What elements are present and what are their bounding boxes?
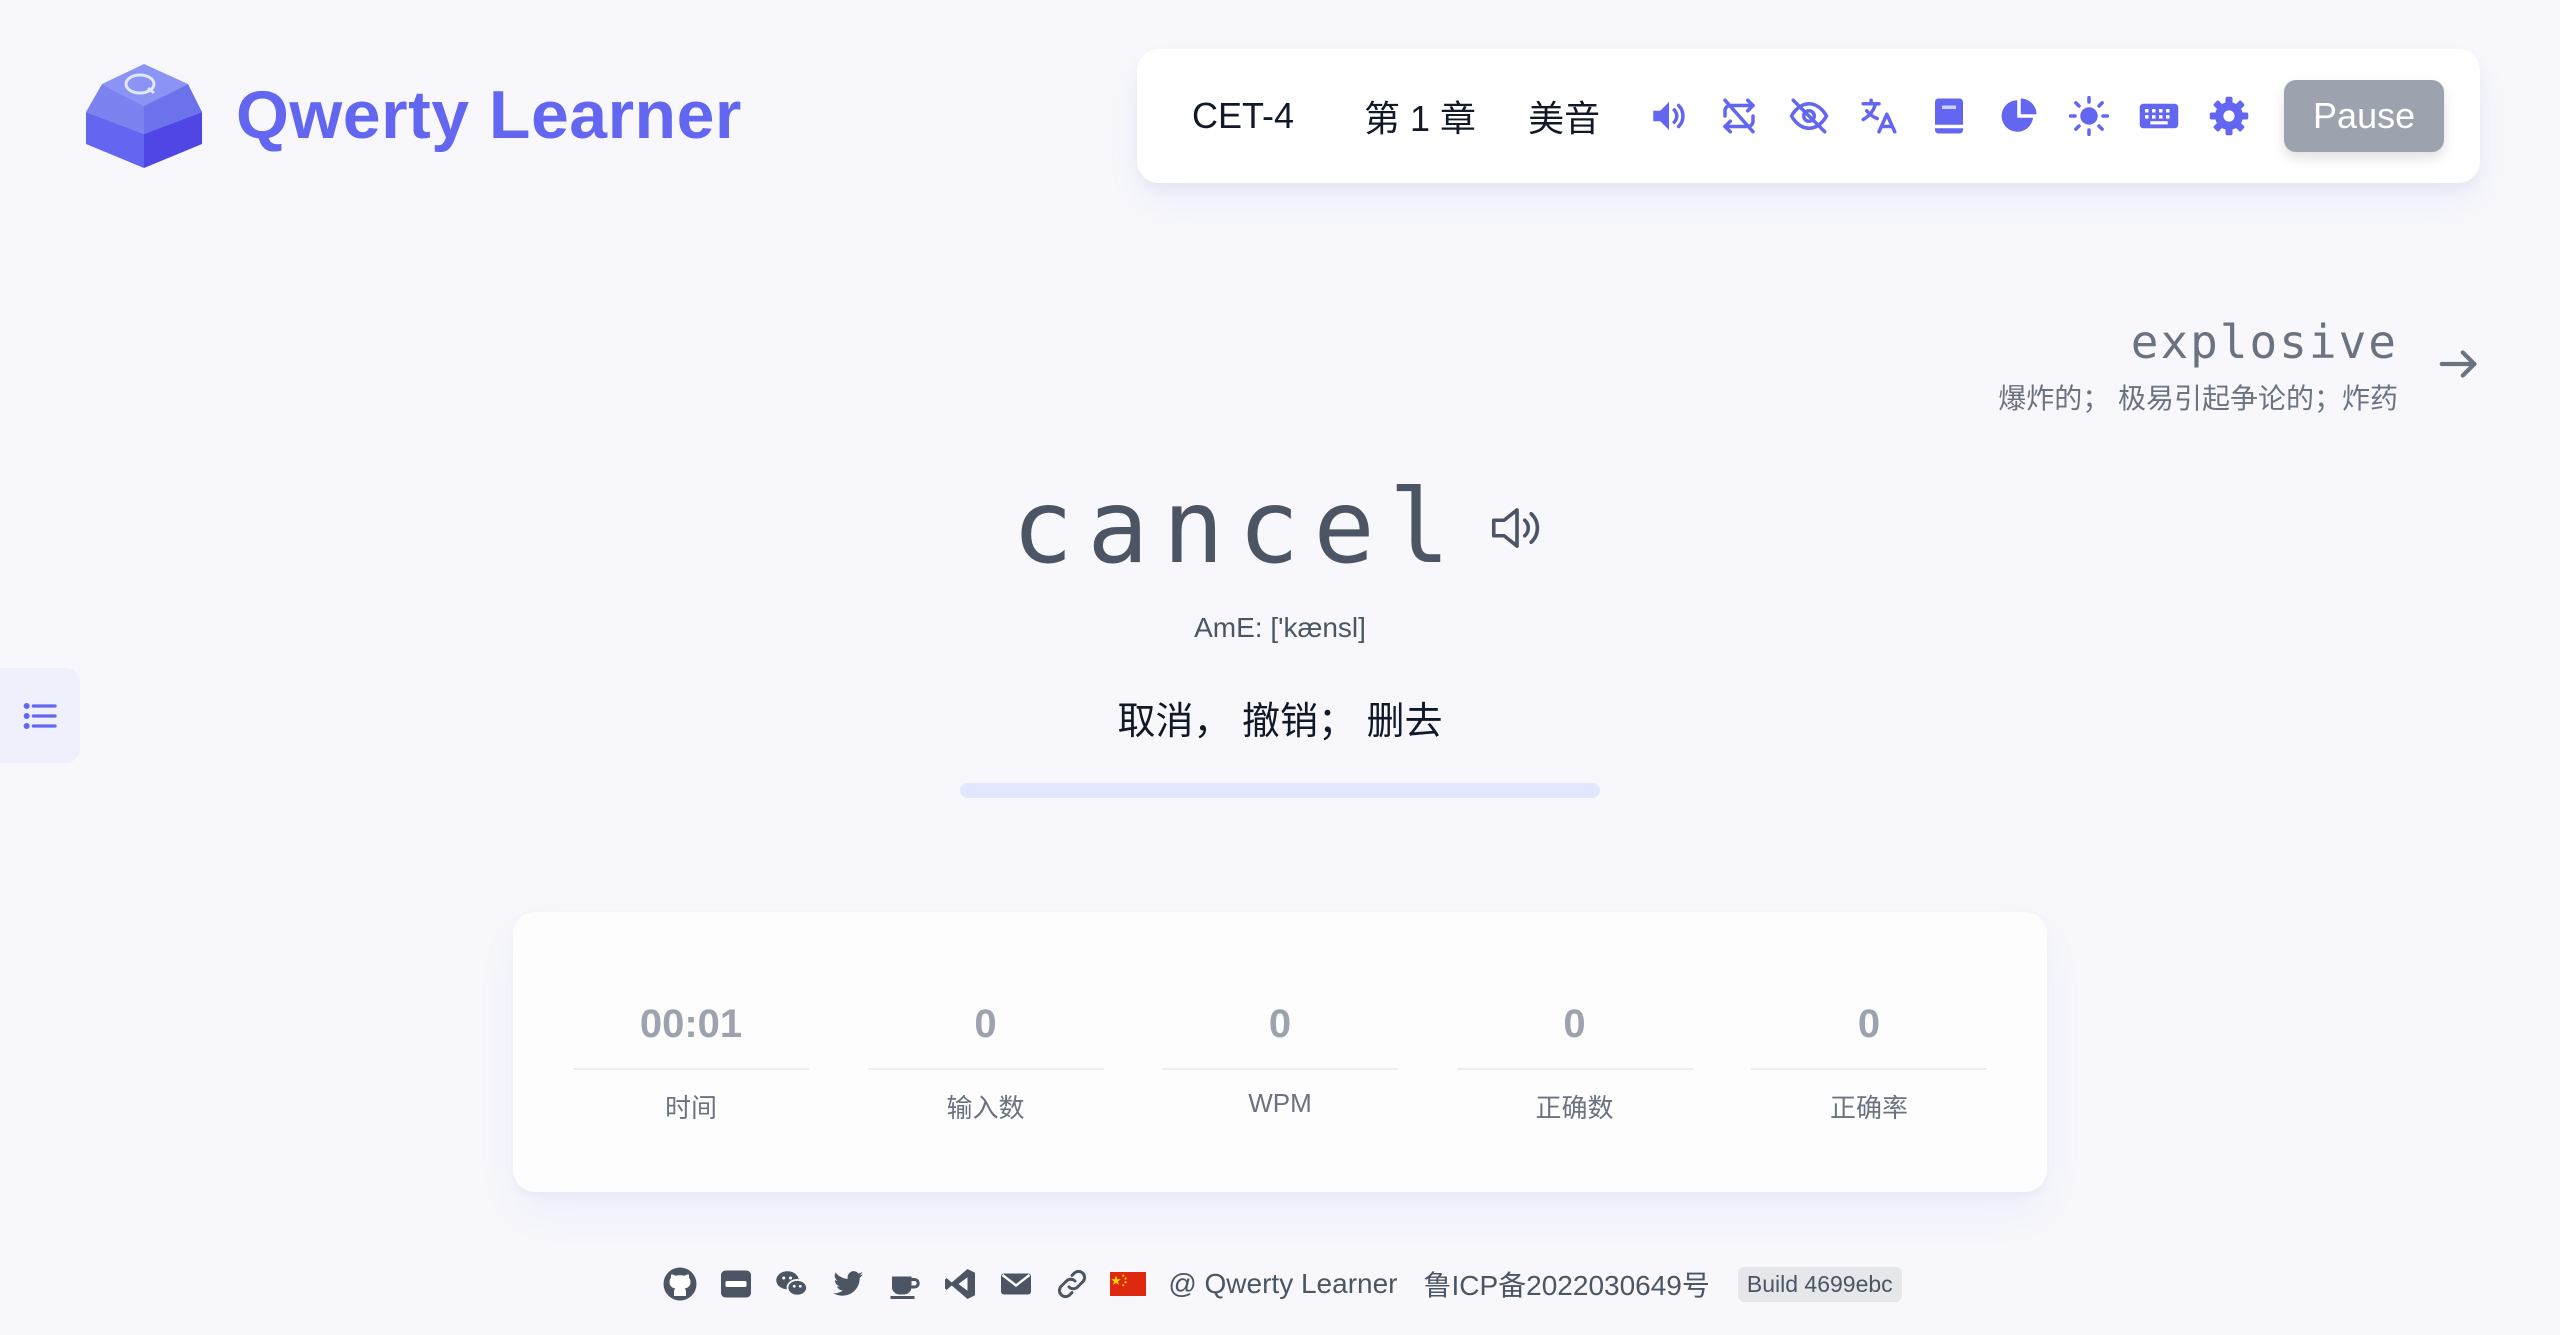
next-word-name: explosive xyxy=(2130,315,2398,369)
stat-wpm: 0 WPM xyxy=(1162,912,1398,1192)
chapter-selector[interactable]: 第 1 章 xyxy=(1364,90,1476,142)
keyboard-icon xyxy=(2139,103,2179,129)
stat-label: WPM xyxy=(1248,1088,1312,1118)
build-badge: Build 4699ebc xyxy=(1737,1266,1902,1302)
mail-icon xyxy=(1001,1273,1032,1295)
community-badge-icon xyxy=(721,1270,752,1298)
copyright-text[interactable]: @ Qwerty Learner xyxy=(1168,1268,1397,1300)
hide-word-button[interactable] xyxy=(1774,81,1844,151)
book-icon xyxy=(1935,98,1964,134)
next-word-button[interactable]: explosive 爆炸的； 极易引起争论的；炸药 xyxy=(1998,315,2482,417)
github-icon xyxy=(663,1267,697,1301)
word-progress-bar xyxy=(960,783,1600,798)
stat-input-count: 0 输入数 xyxy=(867,912,1104,1192)
footer: @ Qwerty Learner 鲁ICP备2022030649号 Build … xyxy=(0,1262,2560,1306)
app-title: Qwerty Learner xyxy=(236,77,742,153)
current-word: cancel xyxy=(1011,468,1465,587)
coffee-link[interactable] xyxy=(882,1262,926,1306)
vscode-link[interactable] xyxy=(938,1262,982,1306)
stat-time: 00:01 时间 xyxy=(573,912,809,1192)
stat-divider xyxy=(573,1068,809,1070)
translate-icon xyxy=(1861,98,1897,134)
keycap-logo-icon xyxy=(86,64,202,168)
stat-value: 0 xyxy=(1563,1002,1586,1046)
repeat-off-icon xyxy=(1723,98,1755,134)
stat-label: 输入数 xyxy=(946,1093,1025,1123)
vscode-icon xyxy=(945,1269,976,1299)
twitter-icon xyxy=(833,1271,864,1296)
stat-correct-count: 0 正确数 xyxy=(1456,912,1693,1192)
gear-icon xyxy=(2209,96,2249,136)
stat-value: 0 xyxy=(974,1002,997,1046)
word-pronunciation-icon[interactable] xyxy=(1486,497,1548,559)
link-icon xyxy=(1058,1270,1087,1298)
wechat-icon xyxy=(776,1271,809,1297)
accent-selector[interactable]: 美音 xyxy=(1528,90,1600,142)
stat-divider xyxy=(867,1068,1104,1070)
friend-links[interactable] xyxy=(1050,1262,1094,1306)
stat-value: 0 xyxy=(1268,1002,1292,1046)
settings-button[interactable] xyxy=(2194,81,2264,151)
word-phonetic: AmE: ['kænsl] xyxy=(1194,612,1366,643)
word-row: cancel xyxy=(0,468,2560,587)
stat-divider xyxy=(1751,1068,1987,1070)
word-translation: 取消， 撤销； 删去 xyxy=(1117,701,1443,743)
sound-toggle-button[interactable] xyxy=(1634,81,1704,151)
stat-divider xyxy=(1162,1068,1398,1070)
app-logo[interactable]: Qwerty Learner xyxy=(78,58,742,172)
github-link[interactable] xyxy=(658,1262,702,1306)
pause-button[interactable]: Pause xyxy=(2284,80,2445,152)
analysis-button[interactable] xyxy=(1984,81,2054,151)
translation-toggle-button[interactable] xyxy=(1844,81,1914,151)
stat-label: 正确数 xyxy=(1535,1093,1614,1123)
arrow-right-icon xyxy=(2436,341,2482,392)
stats-panel: 00:01 时间 0 输入数 0 WPM 0 正确数 0 正确率 xyxy=(513,912,2047,1192)
stat-divider xyxy=(1456,1068,1693,1070)
stat-value: 00:01 xyxy=(639,1002,743,1046)
theme-toggle-button[interactable] xyxy=(2054,81,2124,151)
stat-label: 正确率 xyxy=(1829,1093,1908,1123)
dictionary-selector[interactable]: CET-4 xyxy=(1192,95,1294,137)
dictation-button[interactable] xyxy=(1914,81,1984,151)
top-toolbar: CET-4 第 1 章 美音 Pause xyxy=(1137,49,2480,183)
community-link[interactable] xyxy=(714,1262,758,1306)
wechat-link[interactable] xyxy=(770,1262,814,1306)
loop-toggle-button[interactable] xyxy=(1704,81,1774,151)
stat-accuracy: 0 正确率 xyxy=(1751,912,1987,1192)
stat-label: 时间 xyxy=(664,1093,717,1123)
next-word-translation: 爆炸的； 极易引起争论的；炸药 xyxy=(1998,383,2398,414)
keyboard-button[interactable] xyxy=(2124,81,2194,151)
china-flag-icon xyxy=(1110,1272,1147,1296)
coffee-cup-icon xyxy=(890,1276,921,1299)
icp-link[interactable]: 鲁ICP备2022030649号 xyxy=(1423,1264,1709,1304)
sun-icon xyxy=(2068,95,2110,137)
twitter-link[interactable] xyxy=(826,1262,870,1306)
stat-value: 0 xyxy=(1857,1002,1881,1046)
pie-chart-icon xyxy=(2001,98,2037,132)
eye-off-icon xyxy=(1789,98,1829,134)
email-link[interactable] xyxy=(994,1262,1038,1306)
next-word-text: explosive 爆炸的； 极易引起争论的；炸药 xyxy=(1998,315,2398,417)
speaker-icon xyxy=(1653,102,1685,130)
language-link[interactable] xyxy=(1106,1262,1150,1306)
